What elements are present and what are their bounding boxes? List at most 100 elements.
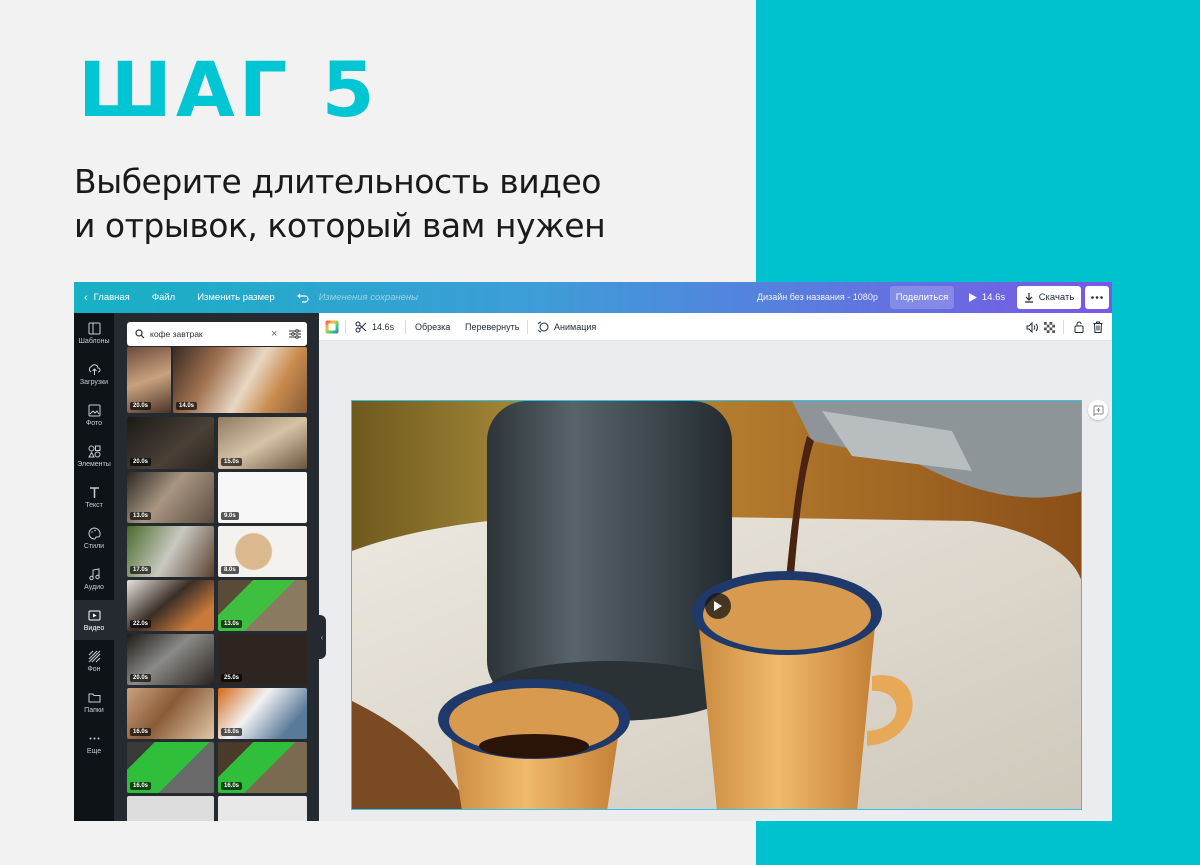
play-button[interactable]: 14.6s — [964, 286, 1010, 309]
description-line-2: и отрывок, который вам нужен — [74, 206, 606, 245]
duration-label: 13.0s — [130, 512, 152, 520]
video-thumbnail[interactable]: 20.0s — [127, 634, 214, 685]
add-comment-button[interactable] — [1088, 400, 1108, 420]
search-input[interactable]: кофе завтрак × — [127, 322, 307, 346]
chevron-left-icon: ‹ — [320, 632, 324, 642]
duration-label: 16.0s — [221, 728, 243, 736]
sidebar-item-text[interactable]: Текст — [74, 477, 114, 517]
photo-icon — [88, 404, 100, 416]
resize-button[interactable]: Изменить размер — [197, 292, 274, 303]
volume-button[interactable] — [1026, 313, 1039, 341]
download-label: Скачать — [1038, 292, 1075, 303]
video-thumbnail[interactable]: 14.0s — [173, 347, 307, 413]
video-thumbnail[interactable]: 9.0s — [218, 472, 307, 523]
sidebar-item-video[interactable]: Видео — [74, 600, 114, 640]
saved-status: Изменения сохранены — [318, 292, 419, 303]
volume-icon — [1026, 321, 1038, 333]
music-icon — [88, 567, 100, 580]
more-options-button[interactable] — [1085, 286, 1109, 309]
step-description: Выберите длительность видео и отрывок, к… — [74, 160, 714, 248]
lock-button[interactable] — [1074, 313, 1084, 341]
chevron-left-icon: ‹ — [84, 291, 88, 304]
download-button[interactable]: Скачать — [1017, 286, 1081, 309]
video-thumbnail[interactable]: 16.0s — [127, 742, 214, 793]
video-thumbnail[interactable]: 15.0s — [218, 417, 307, 469]
sidebar-item-photos[interactable]: Фото — [74, 395, 114, 435]
filter-icon[interactable] — [289, 329, 301, 339]
duration-label: 9.0s — [221, 512, 239, 520]
video-thumbnail[interactable]: 20.0s — [127, 417, 214, 469]
animation-button[interactable]: Анимация — [537, 313, 596, 341]
canva-editor-window: ‹ Главная Файл Изменить размер Изменения… — [74, 282, 1112, 821]
animation-label: Анимация — [554, 322, 597, 332]
video-play-button[interactable] — [705, 593, 731, 619]
trash-icon — [1093, 321, 1103, 333]
sidebar-label: Фото — [85, 419, 103, 427]
delete-button[interactable] — [1093, 313, 1103, 341]
elements-icon — [87, 445, 100, 457]
duration-label: 20.0s — [130, 458, 152, 466]
scissors-icon — [355, 321, 367, 333]
left-sidebar: Шаблоны Загрузки Фото Элементы Текст Сти… — [74, 313, 114, 821]
share-button[interactable]: Поделиться — [890, 286, 954, 309]
editor-toolbar: 14.6s Обрезка Перевернуть Анимация — [319, 313, 1112, 341]
text-icon — [89, 486, 99, 498]
ellipsis-icon — [1091, 296, 1103, 299]
duration-label: 17.0s — [130, 566, 152, 574]
video-thumbnail[interactable]: 16.0s — [218, 742, 307, 793]
video-thumbnail[interactable] — [218, 796, 307, 821]
video-canvas[interactable] — [351, 400, 1082, 810]
sidebar-item-audio[interactable]: Аудио — [74, 559, 114, 599]
duration-label: 8.0s — [221, 566, 239, 574]
sidebar-label: Элементы — [77, 460, 111, 468]
duration-label: 16.0s — [130, 782, 152, 790]
video-thumbnail[interactable]: 20.0s — [127, 347, 171, 413]
color-swatch-icon — [325, 320, 339, 334]
duration-label: 22.0s — [130, 620, 152, 628]
duration-label: 13.0s — [221, 620, 243, 628]
video-thumbnail[interactable] — [127, 796, 214, 821]
upload-icon — [88, 363, 100, 375]
play-duration: 14.6s — [981, 292, 1006, 303]
design-name[interactable]: Дизайн без названия - 1080p — [757, 282, 878, 313]
top-bar: ‹ Главная Файл Изменить размер Изменения… — [74, 282, 1112, 313]
video-thumbnail[interactable]: 16.0s — [127, 688, 214, 739]
sidebar-item-styles[interactable]: Стили — [74, 518, 114, 558]
sidebar-item-folders[interactable]: Папки — [74, 682, 114, 722]
sidebar-item-templates[interactable]: Шаблоны — [74, 313, 114, 353]
color-button[interactable] — [325, 313, 339, 341]
video-thumbnail[interactable]: 25.0s — [218, 634, 307, 685]
video-thumbnail[interactable]: 8.0s — [218, 526, 307, 577]
duration-label: 25.0s — [221, 674, 243, 682]
flip-button[interactable]: Перевернуть — [465, 313, 519, 341]
video-thumbnail[interactable]: 16.0s — [218, 688, 307, 739]
sidebar-item-uploads[interactable]: Загрузки — [74, 354, 114, 394]
transparency-button[interactable] — [1044, 313, 1055, 341]
video-thumbnail[interactable]: 13.0s — [127, 472, 214, 523]
description-line-1: Выберите длительность видео — [74, 162, 601, 201]
sidebar-label: Текст — [85, 501, 103, 509]
sidebar-label: Еще — [86, 747, 102, 755]
sidebar-item-more[interactable]: Еще — [74, 723, 114, 763]
video-thumbnail[interactable]: 17.0s — [127, 526, 214, 577]
trim-button[interactable]: Обрезка — [415, 313, 450, 341]
video-thumbnail[interactable]: 22.0s — [127, 580, 214, 631]
download-icon — [1024, 292, 1033, 303]
search-value: кофе завтрак — [150, 329, 203, 339]
collapse-panel-button[interactable]: ‹ — [318, 615, 326, 659]
sidebar-item-elements[interactable]: Элементы — [74, 436, 114, 476]
undo-button[interactable] — [296, 293, 309, 303]
video-search-panel: кофе завтрак × 20.0s 14.0s 20.0s 15.0s 1… — [114, 313, 319, 821]
sidebar-item-background[interactable]: Фон — [74, 641, 114, 681]
clear-search-icon[interactable]: × — [271, 328, 283, 340]
file-menu-button[interactable]: Файл — [152, 292, 175, 303]
search-icon — [135, 329, 145, 339]
trim-duration-button[interactable]: 14.6s — [355, 313, 394, 341]
animation-icon — [537, 321, 549, 333]
transparency-icon — [1044, 321, 1055, 333]
home-button[interactable]: ‹ Главная — [84, 292, 130, 304]
video-thumbnail[interactable]: 13.0s — [218, 580, 307, 631]
duration-label: 15.0s — [221, 458, 243, 466]
comment-add-icon — [1093, 405, 1103, 416]
video-icon — [88, 610, 100, 620]
